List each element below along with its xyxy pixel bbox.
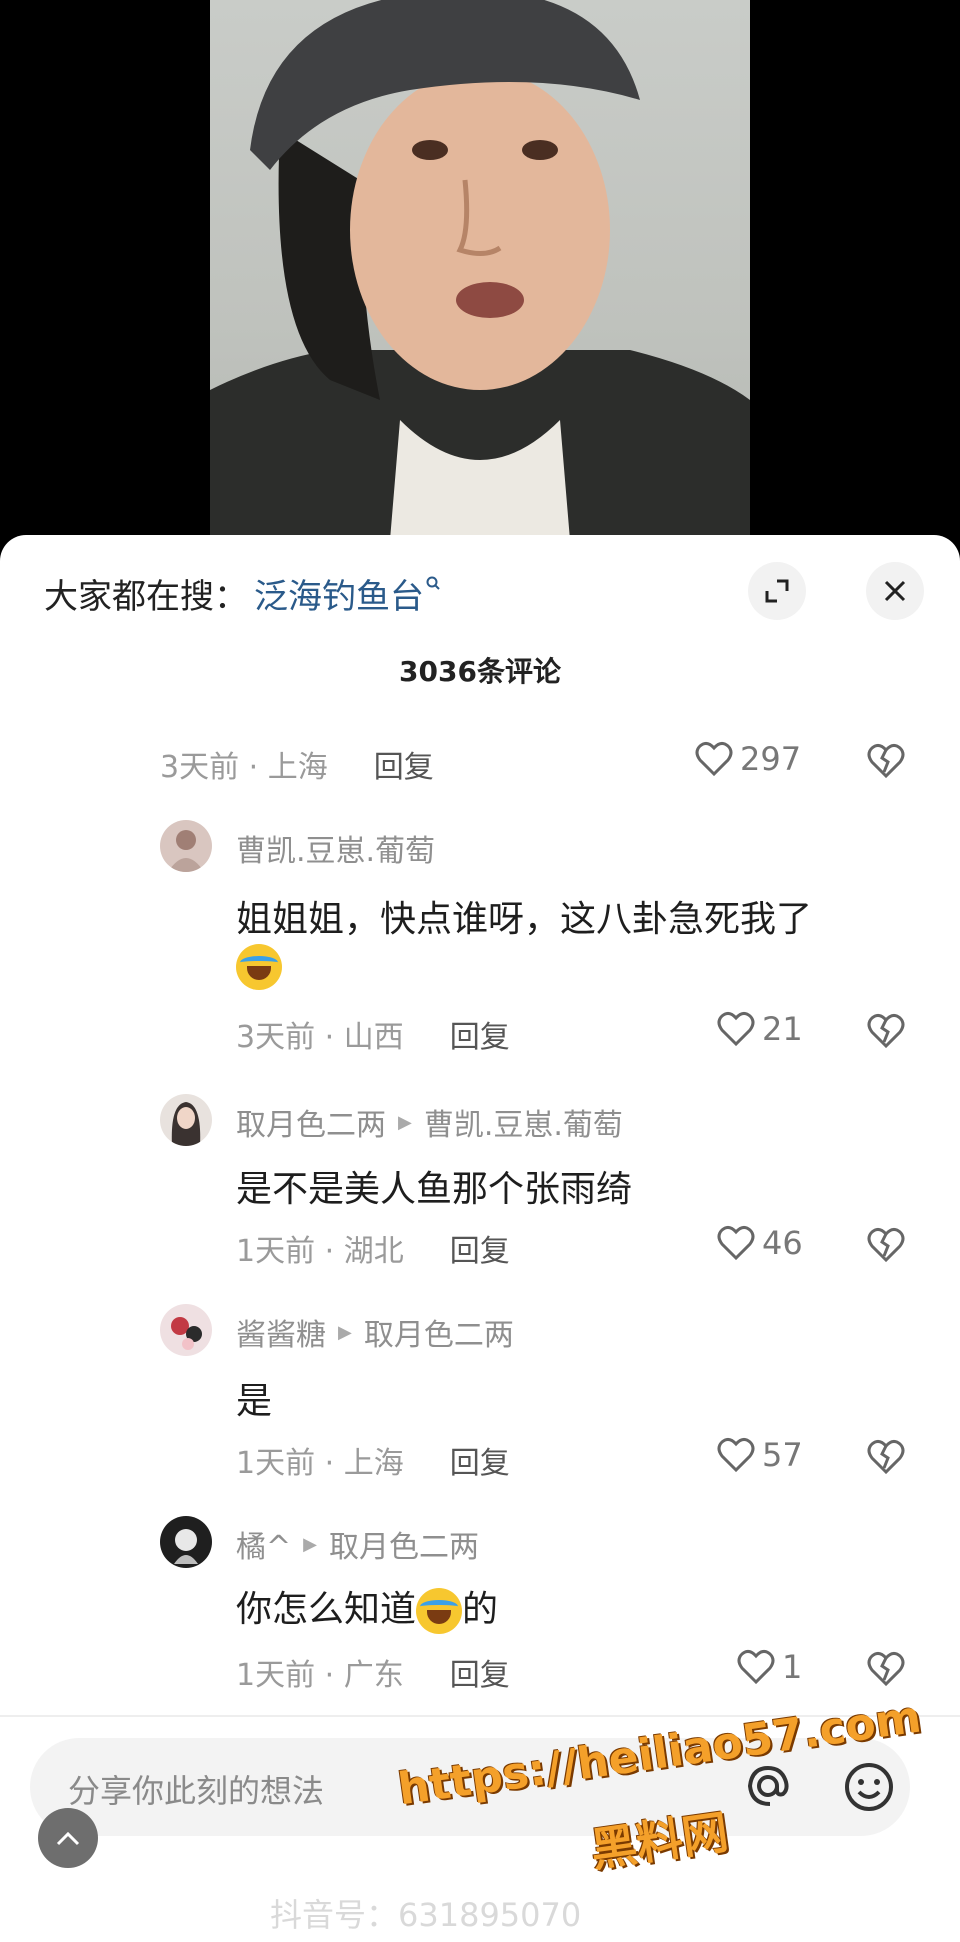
like-count: 297 — [740, 740, 802, 778]
expand-button[interactable] — [748, 562, 806, 620]
reply-button[interactable]: 回复 — [450, 1438, 510, 1482]
reply-to-arrow-icon: ▶ — [338, 1321, 352, 1343]
reply-username-row: 酱酱糖 ▶ 取月色二两 — [236, 1310, 514, 1354]
avatar[interactable] — [160, 1516, 212, 1568]
heart-icon — [717, 1437, 755, 1473]
comment-time-location: 3天前 · 上海 — [160, 750, 328, 785]
video-figure — [210, 0, 750, 540]
reply-to-arrow-icon: ▶ — [398, 1111, 412, 1133]
reply-text-part: 的 — [462, 1589, 499, 1630]
reply-text: 姐姐姐，快点谁呀，这八卦急死我了 — [236, 899, 813, 940]
heart-icon — [737, 1649, 775, 1685]
broken-heart-icon — [867, 1013, 905, 1049]
reply-target-username[interactable]: 取月色二两 — [329, 1522, 479, 1566]
comment-count: 3036条评论 — [399, 655, 561, 688]
search-suggestion[interactable]: 大家都在搜： 泛海钓鱼台 — [44, 568, 440, 618]
like-button[interactable]: 297 — [694, 740, 801, 778]
like-count: 21 — [762, 1010, 803, 1048]
avatar[interactable] — [160, 1094, 212, 1146]
broken-heart-icon — [867, 1227, 905, 1263]
reply-time-location: 3天前 · 山西 — [236, 1020, 404, 1055]
dislike-button[interactable] — [866, 742, 906, 784]
reply-to-arrow-icon: ▶ — [303, 1533, 317, 1555]
search-prefix: 大家都在搜： — [44, 576, 248, 617]
bottom-watermark: 抖音号：631895070 — [270, 1896, 582, 1934]
broken-heart-icon — [867, 1439, 905, 1475]
video-frame — [210, 0, 750, 540]
reply-meta: 1天前 · 上海 回复 — [236, 1438, 510, 1482]
reply-time-location: 1天前 · 湖北 — [236, 1234, 404, 1269]
dislike-button[interactable] — [866, 1226, 906, 1268]
reply-username-row: 橘^ ▶ 取月色二两 — [236, 1522, 479, 1566]
avatar[interactable] — [160, 1304, 212, 1356]
like-button[interactable]: 46 — [716, 1224, 803, 1262]
like-button[interactable]: 21 — [716, 1010, 803, 1048]
reply-text-part: 你怎么知道 — [236, 1589, 417, 1630]
reply-username-row: 取月色二两 ▶ 曹凯.豆崽.葡萄 — [236, 1100, 623, 1144]
laugh-cry-emoji — [236, 944, 282, 990]
broken-heart-icon — [867, 1651, 905, 1687]
close-icon — [884, 580, 906, 602]
broken-heart-icon — [867, 743, 905, 779]
dislike-button[interactable] — [866, 1650, 906, 1692]
comment-meta: 3天前 · 上海 回复 — [160, 742, 434, 786]
scroll-up-button[interactable] — [38, 1808, 98, 1868]
video-area[interactable] — [0, 0, 960, 540]
reply-username[interactable]: 取月色二两 — [236, 1100, 386, 1144]
like-button[interactable]: 57 — [716, 1436, 803, 1474]
reply-time-location: 1天前 · 广东 — [236, 1658, 404, 1693]
expand-icon — [765, 579, 789, 603]
dislike-button[interactable] — [866, 1438, 906, 1480]
reply-username[interactable]: 酱酱糖 — [236, 1310, 326, 1354]
reply-button[interactable]: 回复 — [450, 1226, 510, 1270]
reply-meta: 1天前 · 湖北 回复 — [236, 1226, 510, 1270]
reply-text: 你怎么知道 的 — [236, 1580, 498, 1634]
like-button[interactable]: 1 — [736, 1648, 802, 1686]
heart-icon — [717, 1011, 755, 1047]
like-count: 46 — [762, 1224, 803, 1262]
like-count: 1 — [782, 1648, 803, 1686]
reply-target-username[interactable]: 曹凯.豆崽.葡萄 — [424, 1100, 623, 1144]
reply-text: 是不是美人鱼那个张雨绮 — [236, 1169, 633, 1210]
reply-emoji — [236, 944, 282, 990]
avatar[interactable] — [160, 820, 212, 872]
at-icon[interactable] — [742, 1760, 794, 1816]
reply-time-location: 1天前 · 上海 — [236, 1446, 404, 1481]
like-count: 57 — [762, 1436, 803, 1474]
laugh-cry-emoji — [416, 1588, 463, 1634]
dislike-button[interactable] — [866, 1012, 906, 1054]
chevron-up-icon — [56, 1831, 80, 1846]
comment-input-placeholder: 分享你此刻的想法 — [68, 1772, 325, 1810]
emoji-icon[interactable] — [842, 1760, 896, 1818]
reply-button[interactable]: 回复 — [450, 1650, 510, 1694]
search-term-link[interactable]: 泛海钓鱼台 — [254, 569, 424, 618]
reply-text: 是 — [236, 1381, 273, 1422]
reply-username[interactable]: 橘^ — [236, 1522, 291, 1566]
reply-meta: 3天前 · 山西 回复 — [236, 1012, 510, 1056]
heart-icon — [695, 741, 733, 777]
reply-target-username[interactable]: 取月色二两 — [364, 1310, 514, 1354]
search-icon — [426, 571, 440, 595]
heart-icon — [717, 1225, 755, 1261]
reply-button[interactable]: 回复 — [374, 742, 434, 786]
reply-username[interactable]: 曹凯.豆崽.葡萄 — [236, 826, 435, 870]
close-button[interactable] — [866, 562, 924, 620]
reply-meta: 1天前 · 广东 回复 — [236, 1650, 510, 1694]
reply-button[interactable]: 回复 — [450, 1012, 510, 1056]
